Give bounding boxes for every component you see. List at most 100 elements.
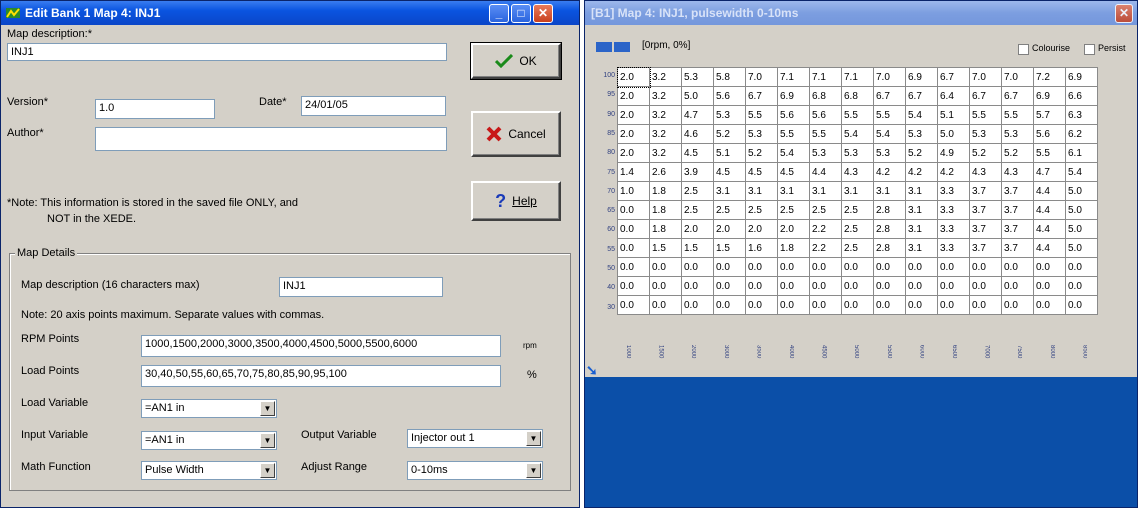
map-cell[interactable]: 0.0 [905, 257, 938, 277]
map-cell[interactable]: 2.0 [745, 219, 778, 239]
map-cell[interactable]: 2.0 [617, 86, 650, 106]
map-cell[interactable]: 2.5 [841, 200, 874, 220]
map-cell[interactable]: 3.3 [937, 181, 970, 201]
details-desc-input[interactable]: INJ1 [279, 277, 443, 297]
map-cell[interactable]: 7.1 [809, 67, 842, 87]
input-variable-select[interactable]: =AN1 in ▼ [141, 431, 277, 450]
undo-icon[interactable] [596, 42, 612, 52]
map-cell[interactable]: 3.7 [1001, 238, 1034, 258]
map-cell[interactable]: 5.2 [1001, 143, 1034, 163]
map-cell[interactable]: 4.2 [905, 162, 938, 182]
map-cell[interactable]: 2.5 [681, 200, 714, 220]
map-cell[interactable]: 3.1 [873, 181, 906, 201]
map-cell[interactable]: 4.3 [1001, 162, 1034, 182]
map-cell[interactable]: 3.2 [649, 86, 682, 106]
map-cell[interactable]: 4.3 [969, 162, 1002, 182]
map-cell[interactable]: 6.9 [777, 86, 810, 106]
map-cell[interactable]: 0.0 [873, 295, 906, 315]
map-cell[interactable]: 3.7 [969, 219, 1002, 239]
map-cell[interactable]: 6.9 [1033, 86, 1066, 106]
map-cell[interactable]: 0.0 [937, 295, 970, 315]
map-cell[interactable]: 5.4 [905, 105, 938, 125]
map-cell[interactable]: 0.0 [841, 295, 874, 315]
map-cell[interactable]: 3.9 [681, 162, 714, 182]
map-cell[interactable]: 3.2 [649, 67, 682, 87]
map-cell[interactable]: 4.5 [681, 143, 714, 163]
map-cell[interactable]: 2.2 [809, 219, 842, 239]
map-cell[interactable]: 0.0 [873, 276, 906, 296]
map-cell[interactable]: 1.5 [681, 238, 714, 258]
map-cell[interactable]: 0.0 [1033, 295, 1066, 315]
map-cell[interactable]: 3.7 [969, 238, 1002, 258]
map-cell[interactable]: 0.0 [1033, 257, 1066, 277]
map-cell[interactable]: 4.2 [873, 162, 906, 182]
map-cell[interactable]: 5.0 [1065, 200, 1098, 220]
map-cell[interactable]: 6.7 [873, 86, 906, 106]
map-cell[interactable]: 3.1 [905, 181, 938, 201]
map-cell[interactable]: 0.0 [649, 276, 682, 296]
map-cell[interactable]: 2.8 [873, 219, 906, 239]
cancel-button[interactable]: Cancel [471, 111, 561, 157]
map-cell[interactable]: 2.8 [873, 200, 906, 220]
map-cell[interactable]: 2.0 [617, 143, 650, 163]
map-cell[interactable]: 0.0 [841, 276, 874, 296]
map-cell[interactable]: 6.4 [937, 86, 970, 106]
map-cell[interactable]: 5.3 [681, 67, 714, 87]
map-cell[interactable]: 4.4 [1033, 200, 1066, 220]
map-cell[interactable]: 6.1 [1065, 143, 1098, 163]
map-cell[interactable]: 5.3 [905, 124, 938, 144]
map-cell[interactable]: 0.0 [745, 295, 778, 315]
dropdown-arrow-icon[interactable]: ▼ [260, 463, 275, 478]
map-cell[interactable]: 0.0 [969, 295, 1002, 315]
map-cell[interactable]: 0.0 [617, 295, 650, 315]
map-cell[interactable]: 3.1 [841, 181, 874, 201]
map-cell[interactable]: 5.5 [809, 124, 842, 144]
map-cell[interactable]: 4.6 [681, 124, 714, 144]
map-cell[interactable]: 6.8 [841, 86, 874, 106]
map-cell[interactable]: 1.8 [649, 181, 682, 201]
map-cell[interactable]: 3.2 [649, 124, 682, 144]
map-cell[interactable]: 4.4 [1033, 238, 1066, 258]
map-cell[interactable]: 3.2 [649, 105, 682, 125]
map-cell[interactable]: 1.4 [617, 162, 650, 182]
map-cell[interactable]: 0.0 [777, 295, 810, 315]
output-variable-select[interactable]: Injector out 1 ▼ [407, 429, 543, 448]
dropdown-arrow-icon[interactable]: ▼ [260, 433, 275, 448]
map-cell[interactable]: 4.5 [745, 162, 778, 182]
map-cell[interactable]: 3.7 [969, 200, 1002, 220]
map-cell[interactable]: 5.2 [745, 143, 778, 163]
help-button[interactable]: ? Help [471, 181, 561, 221]
map-cell[interactable]: 5.4 [873, 124, 906, 144]
map-cell[interactable]: 0.0 [1001, 276, 1034, 296]
date-input[interactable]: 24/01/05 [301, 96, 446, 116]
map-cell[interactable]: 7.1 [777, 67, 810, 87]
map-cell[interactable]: 2.0 [616, 66, 651, 88]
map-cell[interactable]: 6.9 [1065, 67, 1098, 87]
map-cell[interactable]: 6.7 [905, 86, 938, 106]
map-cell[interactable]: 4.9 [937, 143, 970, 163]
map-cell[interactable]: 3.1 [905, 238, 938, 258]
map-cell[interactable]: 7.0 [969, 67, 1002, 87]
map-cell[interactable]: 5.3 [873, 143, 906, 163]
map-cell[interactable]: 2.0 [713, 219, 746, 239]
redo-icon[interactable] [614, 42, 630, 52]
map-cell[interactable]: 0.0 [809, 295, 842, 315]
map-cell[interactable]: 0.0 [777, 257, 810, 277]
map-cell[interactable]: 5.0 [1065, 181, 1098, 201]
colourise-checkbox[interactable] [1018, 44, 1029, 55]
version-input[interactable]: 1.0 [95, 99, 215, 119]
map-cell[interactable]: 2.0 [617, 105, 650, 125]
map-cell[interactable]: 5.0 [1065, 238, 1098, 258]
map-cell[interactable]: 3.3 [937, 219, 970, 239]
map-cell[interactable]: 4.5 [777, 162, 810, 182]
map-cell[interactable]: 5.3 [969, 124, 1002, 144]
map-cell[interactable]: 5.5 [841, 105, 874, 125]
map-cell[interactable]: 0.0 [841, 257, 874, 277]
map-cell[interactable]: 7.0 [873, 67, 906, 87]
persist-checkbox[interactable] [1084, 44, 1095, 55]
map-cell[interactable]: 5.3 [809, 143, 842, 163]
map-cell[interactable]: 4.7 [681, 105, 714, 125]
minimize-button[interactable]: _ [489, 4, 509, 23]
map-cell[interactable]: 2.6 [649, 162, 682, 182]
map-cell[interactable]: 0.0 [777, 276, 810, 296]
